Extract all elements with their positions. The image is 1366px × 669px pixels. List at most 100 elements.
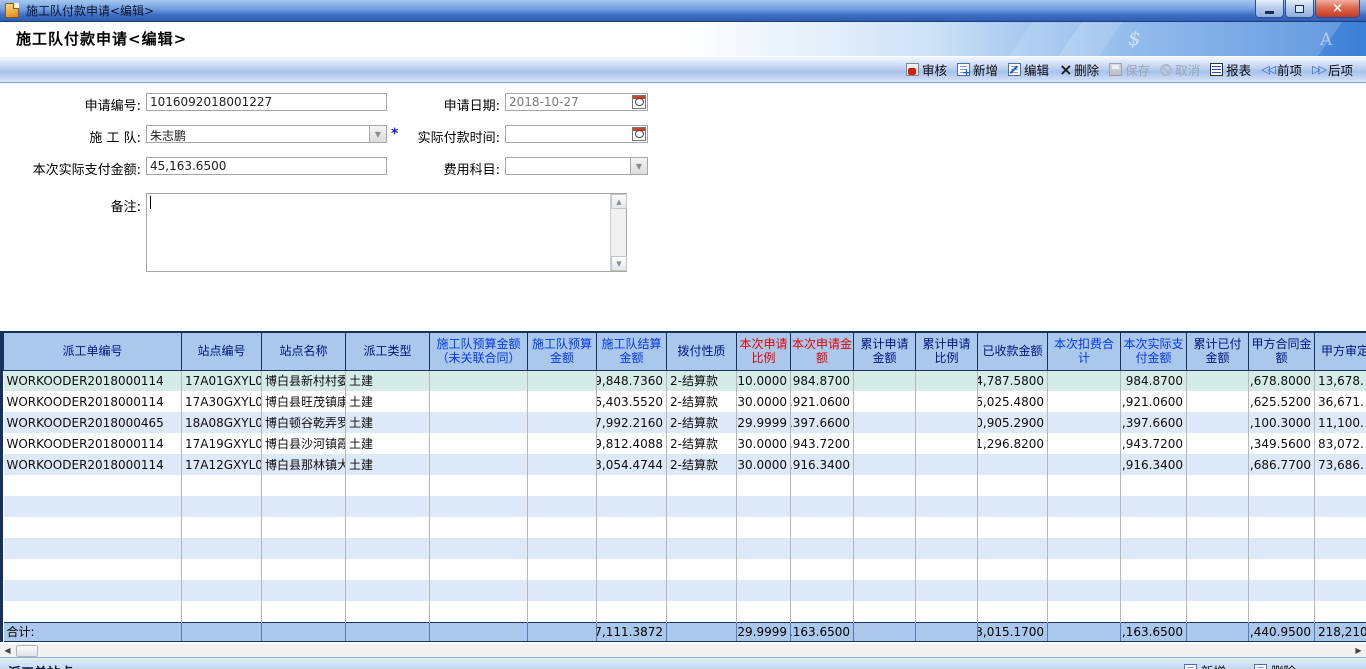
calendar-icon[interactable] (632, 95, 646, 109)
column-header[interactable]: 站点名称 (262, 332, 346, 370)
column-header[interactable]: 甲方合同金额 (1249, 332, 1315, 370)
table-row[interactable]: WORKOODER201800011417A12GXYL0102博白县那林镇大土… (4, 454, 1366, 475)
save-disk-icon (1109, 63, 1122, 76)
cell (1121, 580, 1187, 601)
cell: 73,686. (1315, 454, 1366, 475)
编辑-button[interactable]: 编辑 (1003, 58, 1054, 81)
dollar-decoration-icon: $ (1128, 26, 1141, 50)
cell (854, 370, 916, 391)
scroll-left-icon[interactable]: ◀ (0, 645, 15, 657)
前项-button[interactable]: ◁◁前项 (1256, 58, 1307, 81)
column-header[interactable]: 本次实际支付金额 (1121, 332, 1187, 370)
expense-subject-combobox[interactable]: ▼ (505, 157, 648, 175)
empty-row[interactable] (4, 517, 1366, 538)
cell (528, 496, 597, 517)
button-label: 新增 (1201, 661, 1226, 669)
table-row[interactable]: WORKOODER201800011417A19GXYL0102博白县沙河镇霞土… (4, 433, 1366, 454)
remark-label: 备注: (0, 196, 141, 215)
empty-row[interactable] (4, 601, 1366, 622)
close-button[interactable]: × (1315, 0, 1360, 18)
scroll-right-icon[interactable]: ▶ (1351, 645, 1366, 657)
报表-button[interactable]: 报表 (1205, 58, 1256, 81)
chevron-down-icon[interactable]: ▼ (630, 158, 647, 174)
cell: 17A19GXYL0102 (182, 433, 262, 454)
column-header[interactable]: 拨付性质 (667, 332, 737, 370)
审核-button[interactable]: 审核 (901, 58, 952, 81)
apply-date-input[interactable]: 2018-10-27 (505, 93, 648, 111)
cell (667, 475, 737, 496)
cell (182, 559, 262, 580)
scrollbar-thumb[interactable] (16, 645, 38, 657)
column-header[interactable]: 甲方审定金额 (1315, 332, 1366, 370)
app-icon (5, 3, 19, 18)
cell (1315, 580, 1366, 601)
empty-row[interactable] (4, 538, 1366, 559)
cell (430, 454, 528, 475)
cell (528, 601, 597, 622)
toolbar-button-label: 新增 (973, 60, 998, 79)
empty-row[interactable] (4, 580, 1366, 601)
table-row[interactable]: WORKOODER201800046518A08GXYL0101博白顿谷乾弄罗土… (4, 412, 1366, 433)
empty-row[interactable] (4, 559, 1366, 580)
minimize-button[interactable] (1255, 0, 1284, 18)
cell (978, 454, 1048, 475)
cell: 984.8700 (1121, 370, 1187, 391)
calendar-icon[interactable] (632, 127, 646, 141)
column-header[interactable]: 已收款金额 (978, 332, 1048, 370)
column-header[interactable]: 累计申请比例 (916, 332, 978, 370)
新增-button[interactable]: 新增 (1184, 661, 1226, 669)
remark-textarea[interactable]: ▲ ▼ (146, 193, 627, 272)
empty-row[interactable] (4, 475, 1366, 496)
后项-button[interactable]: ▷▷后项 (1307, 58, 1358, 81)
cell: 博白县新村村委 (262, 370, 346, 391)
column-header[interactable]: 累计已付金额 (1187, 332, 1249, 370)
cell (791, 496, 854, 517)
remark-scrollbar[interactable]: ▲ ▼ (610, 194, 626, 271)
team-label: 施 工 队: (0, 127, 141, 146)
column-header[interactable]: 本次申请金额 (791, 332, 854, 370)
删除-button[interactable]: 删除 (1054, 58, 1104, 81)
table-row[interactable]: WORKOODER201800011417A30GXYL0106博白县旺茂镇康土… (4, 391, 1366, 412)
column-header[interactable]: 本次扣费合计 (1048, 332, 1121, 370)
cell (528, 517, 597, 538)
total-cell (916, 622, 978, 642)
restore-button[interactable] (1285, 0, 1314, 18)
cell (916, 517, 978, 538)
table-row[interactable]: WORKOODER201800011417A01GXYL0202博白县新村村委土… (4, 370, 1366, 391)
page-title: 施工队付款申请<编辑> (16, 28, 187, 49)
cell (854, 580, 916, 601)
column-header[interactable]: 施工队结算金额 (597, 332, 667, 370)
cell: 博白顿谷乾弄罗 (262, 412, 346, 433)
column-header[interactable]: 施工队预算金额（未关联合同） (430, 332, 528, 370)
scroll-up-icon[interactable]: ▲ (611, 194, 627, 209)
cell (430, 433, 528, 454)
cell: 26,403.5520 (597, 391, 667, 412)
column-header[interactable]: 派工单编号 (4, 332, 182, 370)
cell (1187, 496, 1249, 517)
empty-row[interactable] (4, 496, 1366, 517)
cell (430, 496, 528, 517)
pay-time-input[interactable] (505, 125, 648, 143)
cell (346, 580, 430, 601)
column-header[interactable]: 站点编号 (182, 332, 262, 370)
horizontal-scrollbar[interactable]: ◀ ▶ (0, 643, 1366, 657)
scroll-down-icon[interactable]: ▼ (611, 256, 627, 271)
cell: 博白县旺茂镇康 (262, 391, 346, 412)
cell (528, 559, 597, 580)
删除-button[interactable]: 删除 (1254, 661, 1296, 669)
toolbar-button-label: 保存 (1125, 60, 1150, 79)
column-header[interactable]: 派工类型 (346, 332, 430, 370)
column-header[interactable]: 累计申请金额 (854, 332, 916, 370)
cell (1048, 454, 1121, 475)
新增-button[interactable]: 新增 (952, 58, 1003, 81)
cell (597, 559, 667, 580)
cell (737, 475, 791, 496)
app-window: { "window": { "title": "施工队付款申请<编辑>", "c… (0, 0, 1366, 669)
cell (737, 559, 791, 580)
cell: 30.0000 (737, 433, 791, 454)
cell (4, 517, 182, 538)
column-header[interactable]: 本次申请比例 (737, 332, 791, 370)
column-header[interactable]: 施工队预算金额 (528, 332, 597, 370)
cell: 13,678.8000 (1249, 370, 1315, 391)
cell (346, 496, 430, 517)
